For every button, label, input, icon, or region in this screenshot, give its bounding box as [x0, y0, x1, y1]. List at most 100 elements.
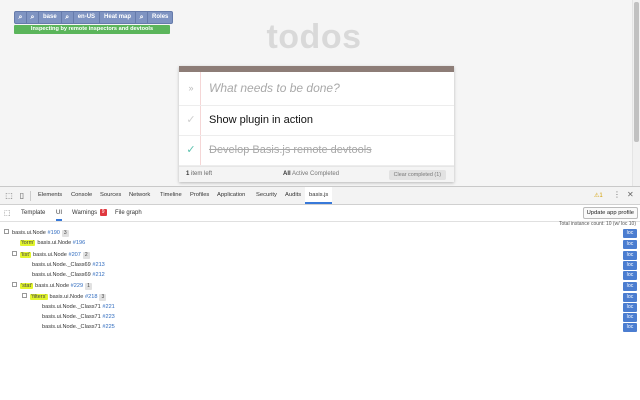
page-scrollbar[interactable] [632, 0, 640, 186]
tab-network[interactable]: Network [129, 187, 150, 204]
tree-row[interactable]: 'filters' basis.ui.Node #218 3 [22, 292, 107, 302]
toolbar-divider [30, 191, 31, 201]
update-app-profile-button[interactable]: Update app profile [582, 207, 638, 219]
node-name: basis.ui.Node._Class71 [42, 324, 101, 330]
child-count: 1 [85, 283, 92, 290]
loc-button[interactable]: loc [623, 313, 637, 322]
tab-timeline[interactable]: Timeline [160, 187, 182, 204]
more-options-icon[interactable]: ⋮ [613, 190, 621, 199]
tab-sources[interactable]: Sources [100, 187, 121, 204]
warning-indicator[interactable]: ⚠1 [594, 192, 603, 199]
tab-ui[interactable]: UI [56, 205, 62, 221]
instance-id[interactable]: #218 [85, 294, 97, 300]
child-count: 2 [82, 252, 90, 259]
loc-button[interactable]: loc [623, 261, 637, 270]
loc-button[interactable]: loc [623, 271, 637, 280]
app-viewport: ⌕ ⌕ base ⌕ en-US Heat map ⌕ Roles Inspec… [0, 0, 640, 186]
node-name: basis.ui.Node [12, 230, 46, 236]
instance-id[interactable]: #196 [73, 240, 85, 246]
tree-row[interactable]: basis.ui.Node._Class71 #225 [42, 322, 115, 332]
tree-row[interactable]: basis.ui.Node._Class71 #221 [42, 302, 115, 312]
node-name: basis.ui.Node._Class69 [32, 272, 91, 278]
tab-warnings-label: Warnings [72, 210, 98, 216]
node-name: basis.ui.Node [37, 240, 72, 246]
expand-toggle-icon[interactable] [22, 293, 27, 298]
expand-toggle-icon[interactable] [4, 229, 9, 234]
loc-button[interactable]: loc [623, 323, 637, 332]
tree-row[interactable]: basis.ui.Node._Class71 #223 [42, 312, 115, 322]
loc-button[interactable]: loc [623, 303, 637, 312]
tree-row[interactable]: 'list' basis.ui.Node #207 2 [12, 250, 90, 260]
tree-row[interactable]: basis.ui.Node._Class69 #212 [32, 270, 105, 280]
filter-active[interactable]: Active [292, 171, 308, 177]
tree-row[interactable]: 'stat' basis.ui.Node #229 1 [12, 281, 92, 291]
node-name: basis.ui.Node [32, 252, 67, 258]
node-name: basis.ui.Node [49, 294, 84, 300]
instance-id[interactable]: #190 [47, 230, 59, 236]
filter-links: All Active Completed [283, 171, 339, 177]
instance-id[interactable]: #213 [92, 262, 104, 268]
todo-footer: 1 item left All Active Completed Clear c… [179, 166, 454, 182]
instance-id[interactable]: #225 [102, 324, 114, 330]
warnings-badge: 9 [99, 209, 107, 216]
tab-template[interactable]: Template [21, 205, 45, 221]
instance-id[interactable]: #212 [92, 272, 104, 278]
todo-label[interactable]: Develop Basis.js remote devtools [209, 144, 372, 156]
loc-button[interactable]: loc [623, 282, 637, 291]
instance-id[interactable]: #221 [102, 304, 114, 310]
tab-audits[interactable]: Audits [285, 187, 301, 204]
inspect-element-icon[interactable]: ⬚ [4, 191, 14, 201]
instance-count: Total instance count: 10 (w/ loc 10) [559, 221, 636, 227]
tab-basisjs[interactable]: basis.js [305, 187, 333, 204]
items-left-text: item left [191, 171, 213, 177]
tab-security[interactable]: Security [256, 187, 277, 204]
todo-checkbox[interactable]: ✓ [184, 113, 198, 127]
instance-id[interactable]: #229 [71, 283, 83, 289]
tab-elements[interactable]: Elements [38, 187, 62, 204]
todo-app-panel: » What needs to be done? ✓ Show plugin i… [179, 66, 454, 182]
todo-label[interactable]: Show plugin in action [209, 114, 313, 126]
new-todo-input[interactable]: What needs to be done? [209, 81, 340, 95]
todo-item: ✓ Develop Basis.js remote devtools [179, 136, 454, 166]
close-devtools-icon[interactable]: ✕ [627, 190, 634, 199]
child-count: 3 [61, 230, 69, 237]
tab-file-graph[interactable]: File graph [115, 205, 142, 221]
tree-row[interactable]: basis.ui.Node #190 3 [4, 228, 69, 238]
scrollbar-thumb[interactable] [634, 2, 639, 142]
loc-button[interactable]: loc [623, 240, 637, 249]
tab-warnings[interactable]: Warnings 9 [72, 205, 107, 221]
loc-button[interactable]: loc [623, 251, 637, 260]
expand-toggle-icon[interactable] [12, 282, 17, 287]
expand-toggle-icon[interactable] [12, 251, 17, 256]
instance-id[interactable]: #207 [68, 252, 80, 258]
items-left-number: 1 [186, 171, 190, 177]
node-name: basis.ui.Node._Class69 [32, 262, 91, 268]
device-toolbar-icon[interactable]: ▯ [17, 191, 27, 201]
instance-id[interactable]: #223 [102, 314, 114, 320]
node-name: basis.ui.Node [35, 283, 70, 289]
tab-application[interactable]: Application [217, 187, 245, 204]
filter-all[interactable]: All [283, 171, 291, 177]
clear-completed-button[interactable]: Clear completed (1) [388, 170, 446, 180]
loc-button[interactable]: loc [623, 293, 637, 302]
todo-checkbox-checked[interactable]: ✓ [184, 143, 198, 157]
pick-node-icon[interactable]: ⬚ [4, 209, 13, 218]
child-count: 3 [99, 294, 107, 301]
node-name: basis.ui.Node._Class71 [42, 314, 101, 320]
items-left-count: 1 item left [186, 171, 212, 177]
tree-row[interactable]: basis.ui.Node._Class69 #213 [32, 260, 105, 270]
role-badge: 'stat' [20, 283, 34, 289]
role-badge: 'list' [20, 252, 31, 258]
toggle-all-icon[interactable]: » [185, 82, 197, 94]
todo-item: ✓ Show plugin in action [179, 106, 454, 136]
tab-profiles[interactable]: Profiles [190, 187, 209, 204]
new-todo-row: » What needs to be done? [179, 72, 454, 106]
filter-completed[interactable]: Completed [310, 171, 339, 177]
basis-panel-toolbar: ⬚ Template UI Warnings 9 File graph Upda… [0, 205, 640, 222]
loc-button[interactable]: loc [623, 229, 637, 238]
devtools-tabbar: ⬚ ▯ Elements Console Sources Network Tim… [0, 187, 640, 205]
node-name: basis.ui.Node._Class71 [42, 304, 101, 310]
role-badge: 'filters' [30, 294, 48, 300]
tab-console[interactable]: Console [71, 187, 92, 204]
tree-row[interactable]: 'form' basis.ui.Node #196 [20, 238, 85, 248]
